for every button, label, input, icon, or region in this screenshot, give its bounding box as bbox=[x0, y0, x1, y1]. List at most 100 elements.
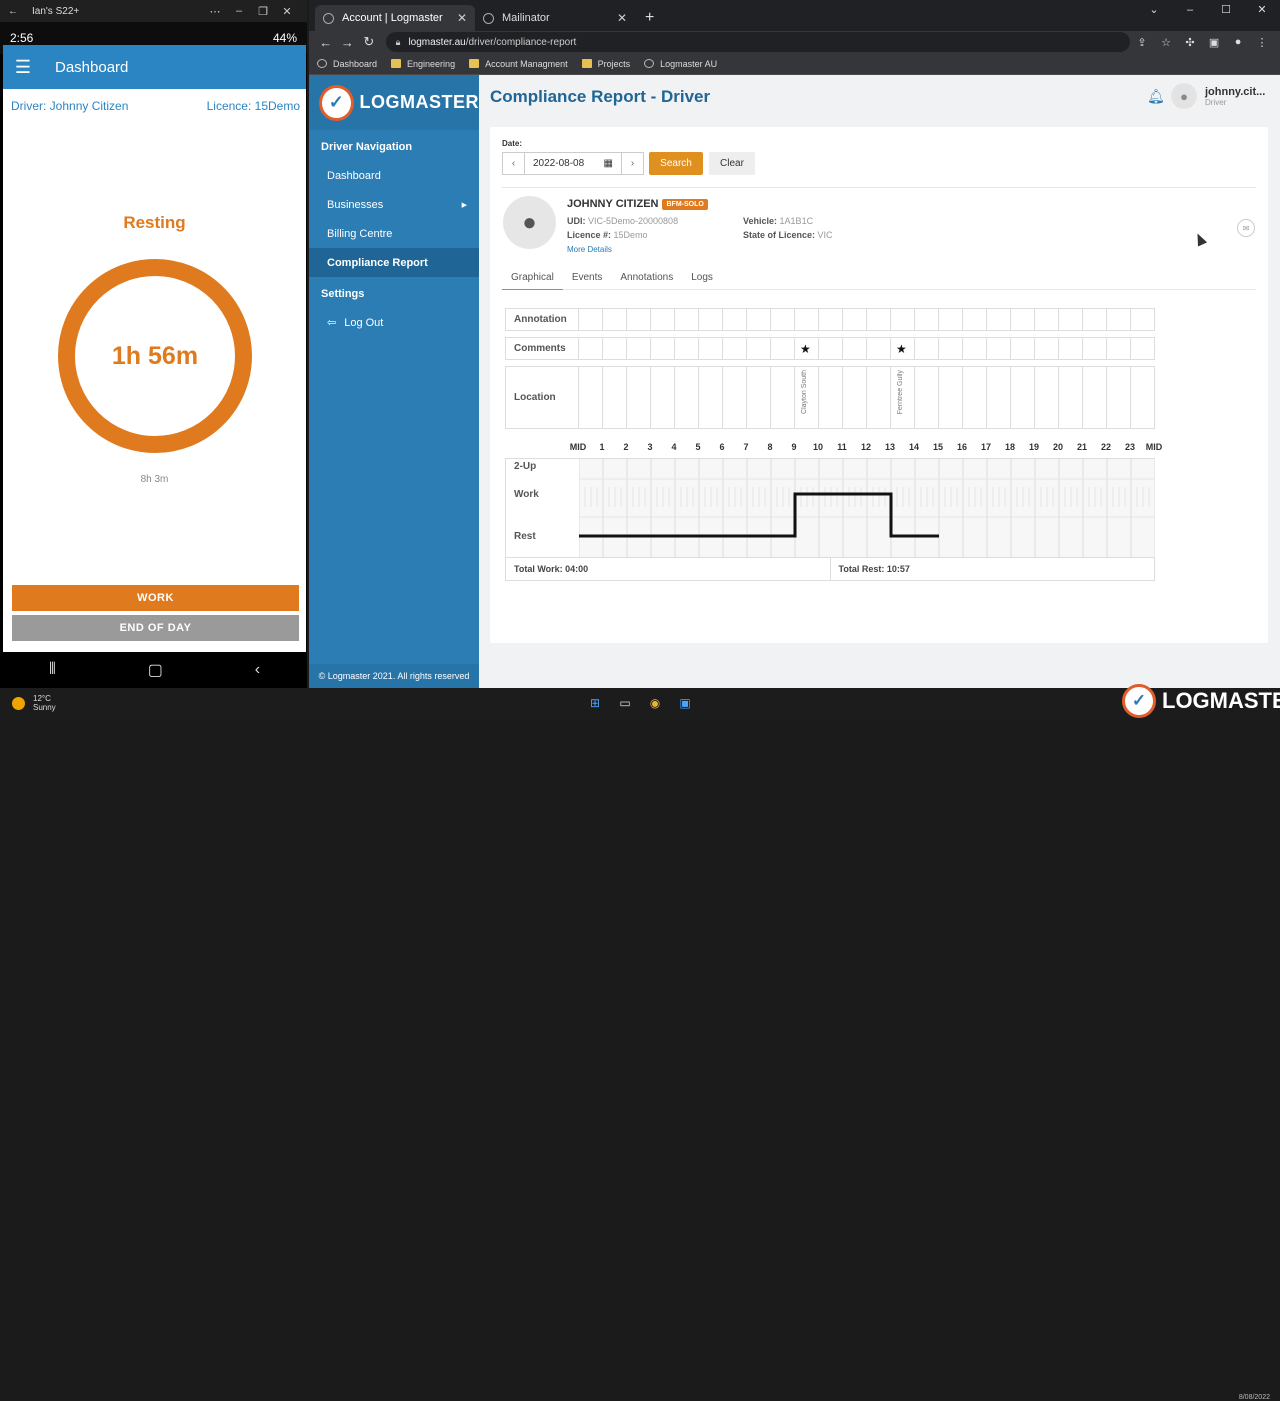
tab-graphical[interactable]: Graphical bbox=[502, 272, 563, 290]
tab-events[interactable]: Events bbox=[563, 272, 612, 290]
maximize-icon[interactable]: ☐ bbox=[1208, 0, 1244, 24]
close-icon[interactable]: ✕ bbox=[275, 5, 299, 18]
folder-icon bbox=[581, 59, 592, 68]
user-menu[interactable]: ● johnny.cit... Driver bbox=[1171, 83, 1265, 109]
driver-name-text: JOHNNY CITIZEN bbox=[567, 198, 659, 210]
bookmark-projects[interactable]: Projects bbox=[581, 59, 630, 69]
driver-tag-badge: BFM-SOLO bbox=[662, 198, 708, 210]
more-icon[interactable]: ⋯ bbox=[203, 5, 227, 18]
hour-tick-label: 13 bbox=[884, 442, 895, 452]
comment-star-icon[interactable]: ★ bbox=[800, 342, 811, 356]
comment-cell: ★ bbox=[891, 338, 915, 359]
close-tab-icon[interactable]: ✕ bbox=[457, 11, 467, 25]
more-details-link[interactable]: More Details bbox=[567, 245, 612, 254]
location-row: Location Clayton South Ferntree Gully bbox=[505, 366, 1155, 429]
forward-icon[interactable]: → bbox=[337, 35, 359, 50]
annotation-cell bbox=[963, 309, 987, 330]
minimize-icon[interactable]: – bbox=[227, 5, 251, 17]
home-icon[interactable]: ▢ bbox=[148, 660, 163, 680]
hamburger-menu-icon[interactable]: ☰ bbox=[3, 57, 43, 78]
tab-logs[interactable]: Logs bbox=[682, 272, 722, 290]
search-button[interactable]: Search bbox=[649, 152, 703, 175]
kebab-menu-icon[interactable]: ⋮ bbox=[1250, 36, 1274, 49]
hour-tick-label: 3 bbox=[647, 442, 653, 452]
sidebar-item-billing-centre[interactable]: Billing Centre bbox=[309, 219, 479, 248]
sidepanel-icon[interactable]: ▣ bbox=[1202, 36, 1226, 49]
bookmark-account-managment[interactable]: Account Managment bbox=[469, 59, 568, 69]
phone-dashboard-screen: Driver: Johnny Citizen Licence: 15Demo R… bbox=[3, 89, 306, 652]
work-label: Work bbox=[514, 489, 539, 500]
weather-widget[interactable]: 12°C Sunny bbox=[12, 694, 56, 712]
bookmark-engineering[interactable]: Engineering bbox=[391, 59, 455, 69]
back-arrow-icon[interactable]: ← bbox=[8, 6, 18, 17]
email-icon[interactable]: ✉ bbox=[1237, 219, 1255, 237]
comment-cell bbox=[867, 338, 891, 359]
sidebar-item-logout[interactable]: ⇦ Log Out bbox=[309, 308, 479, 337]
hour-tick-label: MID bbox=[569, 442, 587, 452]
share-icon[interactable]: ⇪ bbox=[1130, 36, 1154, 49]
sidebar-item-label: Billing Centre bbox=[327, 227, 393, 240]
comment-cell bbox=[627, 338, 651, 359]
bookmarks-bar: Dashboard Engineering Account Managment … bbox=[309, 53, 1280, 75]
bookmark-label: Account Managment bbox=[485, 58, 568, 69]
tab-annotations[interactable]: Annotations bbox=[611, 272, 682, 290]
browser-tab-mailinator[interactable]: Mailinator ✕ bbox=[475, 5, 635, 31]
sidebar-item-settings[interactable]: Settings bbox=[309, 277, 479, 308]
comment-star-icon[interactable]: ★ bbox=[896, 342, 907, 356]
annotation-cell bbox=[627, 309, 651, 330]
duty-graph-field bbox=[578, 459, 1156, 557]
logo[interactable]: ✓ LOGMASTER bbox=[309, 75, 479, 130]
sidebar-item-dashboard[interactable]: Dashboard bbox=[309, 161, 479, 190]
phone-nav-bar: ⦀ ▢ ‹ bbox=[3, 652, 306, 688]
bookmark-logmaster-au[interactable]: Logmaster AU bbox=[644, 59, 717, 69]
comment-cell bbox=[1035, 338, 1059, 359]
address-bar[interactable]: 🔒︎ logmaster.au /driver/compliance-repor… bbox=[385, 32, 1131, 52]
sidebar-item-businesses[interactable]: Businesses ▶ bbox=[309, 190, 479, 219]
comment-cell bbox=[771, 338, 795, 359]
hour-axis: MID 1 2 3 4 5 6 7 8 9 10 11 12 13 14 15 16 17 18 19 20 21 22 23… bbox=[505, 442, 1165, 454]
back-icon[interactable]: ‹ bbox=[255, 661, 260, 679]
location-cell bbox=[915, 367, 939, 428]
sidebar-item-compliance-report[interactable]: Compliance Report bbox=[309, 248, 479, 277]
file-explorer-icon[interactable]: ▭ bbox=[614, 694, 636, 712]
store-icon[interactable]: ▣ bbox=[674, 694, 696, 712]
url-host: logmaster.au bbox=[408, 36, 466, 48]
location-cell bbox=[723, 367, 747, 428]
restore-icon[interactable]: ❐ bbox=[251, 5, 275, 18]
comment-cell bbox=[675, 338, 699, 359]
hour-tick-label: 20 bbox=[1052, 442, 1063, 452]
chevron-down-icon[interactable]: ⌄ bbox=[1136, 0, 1172, 24]
work-button[interactable]: WORK bbox=[12, 585, 299, 611]
chrome-icon[interactable]: ◉ bbox=[644, 694, 666, 712]
close-icon[interactable]: ✕ bbox=[1244, 0, 1280, 24]
logmaster-watermark: ✓ LOGMASTER bbox=[1122, 684, 1280, 718]
profile-icon[interactable]: ● bbox=[1226, 36, 1250, 49]
hour-tick-label: 6 bbox=[719, 442, 725, 452]
logout-icon: ⇦ bbox=[327, 317, 337, 329]
star-icon[interactable]: ☆ bbox=[1154, 36, 1178, 49]
location-cell bbox=[675, 367, 699, 428]
prev-date-button[interactable]: ‹ bbox=[502, 152, 525, 175]
windows-start-icon[interactable]: ⊞ bbox=[584, 694, 606, 712]
back-icon[interactable]: ← bbox=[315, 35, 337, 50]
annotation-cell bbox=[723, 309, 747, 330]
annotation-cell bbox=[651, 309, 675, 330]
row-label: Comments bbox=[506, 338, 579, 359]
bookmark-dashboard[interactable]: Dashboard bbox=[317, 59, 377, 69]
date-input[interactable]: 2022-08-08 ▦ bbox=[525, 152, 621, 175]
close-tab-icon[interactable]: ✕ bbox=[617, 11, 627, 25]
clear-button[interactable]: Clear bbox=[709, 152, 755, 175]
recent-apps-icon[interactable]: ⦀ bbox=[49, 661, 56, 679]
reload-icon[interactable]: ↻ bbox=[358, 34, 380, 50]
bell-icon[interactable]: 🔔︎ bbox=[1147, 88, 1165, 105]
next-date-button[interactable]: › bbox=[621, 152, 644, 175]
end-of-day-button[interactable]: END OF DAY bbox=[12, 615, 299, 641]
hour-tick-label: 23 bbox=[1124, 442, 1135, 452]
extensions-icon[interactable]: ✣ bbox=[1178, 36, 1202, 49]
chevron-right-icon: ▶ bbox=[461, 201, 467, 209]
minimize-icon[interactable]: – bbox=[1172, 0, 1208, 24]
browser-tab-logmaster[interactable]: Account | Logmaster ✕ bbox=[315, 5, 475, 31]
location-cell: Clayton South bbox=[795, 367, 819, 428]
new-tab-icon[interactable]: + bbox=[635, 9, 654, 31]
phone-mirror-window: ← Ian's S22+ ⋯ – ❐ ✕ 2:56 44% ☰ Dashboar… bbox=[0, 0, 307, 688]
